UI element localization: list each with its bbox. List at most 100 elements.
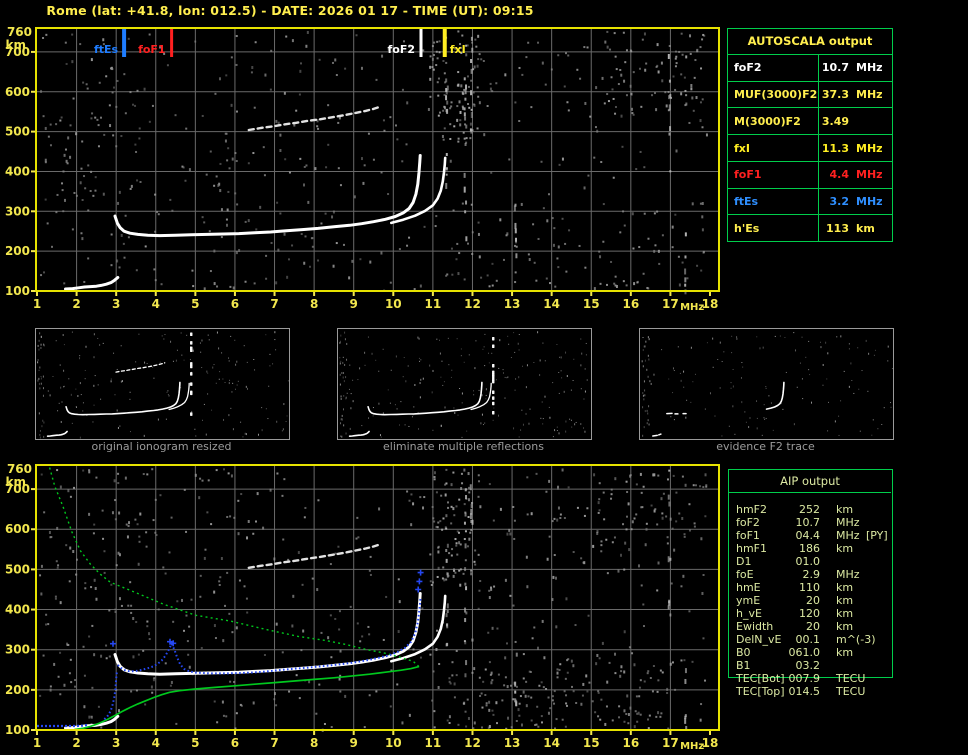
- thumbnail-eliminate-reflections: [337, 328, 592, 440]
- thumbnail-evidence-f2: [639, 328, 894, 440]
- aip-row-foF2: foF2 10.7 MHz: [728, 516, 958, 529]
- y-tick-label: 100: [5, 284, 30, 298]
- parameter-unit: m^(-3): [836, 633, 876, 646]
- x-tick-label: 11: [425, 736, 442, 750]
- x-tick-label: 11: [425, 297, 442, 311]
- parameter-value: 007.9: [788, 672, 821, 685]
- marker-label-fxI: fxI: [450, 43, 466, 56]
- parameter-label: hmF1: [736, 542, 768, 555]
- parameter-label: hmE: [736, 581, 761, 594]
- x-tick-label: 16: [622, 736, 639, 750]
- noise-layer: [339, 331, 588, 438]
- thumbnail-caption-evidence: evidence F2 trace: [716, 440, 815, 453]
- ionogram-traces: [64, 543, 447, 730]
- scaled-plus-mark: [415, 586, 422, 593]
- parameter-value: 113 km: [826, 221, 875, 235]
- autoscala-table-title: AUTOSCALA output: [728, 29, 892, 55]
- mini-fragment: [657, 433, 662, 436]
- parameter-label: B0: [736, 646, 751, 659]
- x-tick-label: 3: [112, 297, 120, 311]
- aip-row-DelN_vE: DelN_vE 00.1 m^(-3): [728, 633, 958, 646]
- x-tick-label: 13: [504, 297, 521, 311]
- x-tick-label: 6: [231, 297, 239, 311]
- y-tick-label: 600: [5, 85, 30, 99]
- x-tick-label: 8: [310, 736, 318, 750]
- profile-bottomside: [74, 665, 420, 731]
- y-axis-unit: km: [6, 475, 26, 489]
- aip-row-B1: B1 03.2: [728, 659, 958, 672]
- parameter-unit: MHz: [836, 516, 860, 529]
- marker-label-ftEs: ftEs: [94, 43, 119, 56]
- aip-row-Ewidth: Ewidth 20 km: [728, 620, 958, 633]
- x-tick-label: 14: [543, 736, 560, 750]
- parameter-unit: km: [836, 542, 854, 555]
- scaled-plus-mark: [416, 578, 423, 585]
- es-trace: [64, 276, 120, 291]
- parameter-value: 2.9: [802, 568, 821, 581]
- aip-table-title: AIP output: [729, 470, 891, 493]
- parameter-label: hmF2: [736, 503, 768, 516]
- parameter-value: 37.3 MHz: [821, 88, 883, 102]
- parameter-unit: km: [836, 646, 854, 659]
- parameter-label: foE: [736, 568, 754, 581]
- frequency-markers: ftEs foF1 foF2 fxI: [94, 29, 466, 57]
- parameter-label: foF2: [728, 55, 819, 81]
- parameter-unit: km: [836, 581, 854, 594]
- parameter-unit: MHz: [836, 568, 860, 581]
- parameter-value: 04.4: [795, 529, 821, 542]
- aip-table-rows: hmF2 252 km foF2 10.7 MHz foF1 04.4 MHz [PY] hmF1 1…: [728, 503, 958, 698]
- parameter-label: Ewidth: [736, 620, 774, 633]
- parameter-label: foF1: [728, 161, 819, 188]
- parameter-label: foF2: [736, 516, 760, 529]
- x-tick-label: 7: [270, 736, 278, 750]
- top-ionogram-plot: 1 2 3 4 5 6 7 8 9 10 11 12 13 14 15 16 17 18MHz1002003004…: [5, 25, 720, 313]
- scaled-cusp: [103, 670, 118, 720]
- x-tick-label: 15: [583, 736, 600, 750]
- y-tick-label: 500: [5, 125, 30, 139]
- parameter-value: 3.2 MHz: [829, 194, 883, 208]
- autoscala-output-table: AUTOSCALA output foF2 10.7 MHz MUF(3000)F2 3…: [727, 28, 893, 242]
- x-tick-label: 5: [191, 297, 199, 311]
- x-tick-label: 10: [385, 736, 402, 750]
- parameter-unit: TECU: [836, 672, 866, 685]
- x-axis-unit: MHz: [680, 741, 704, 752]
- aip-row-h_vE: h_vE 120 km: [728, 607, 958, 620]
- y-tick-label: 200: [5, 244, 30, 258]
- y-tick-label: 300: [5, 204, 30, 218]
- x-tick-label: 14: [543, 297, 560, 311]
- parameter-value: 03.2: [795, 659, 821, 672]
- parameter-label: TEC[Top]: [736, 685, 785, 698]
- x-tick-label: 9: [350, 297, 358, 311]
- mini-f-trace-o: [65, 381, 181, 416]
- parameter-extra: [PY]: [866, 529, 888, 542]
- mini-fragment: [652, 434, 658, 437]
- x-tick-label: 4: [152, 297, 160, 311]
- parameter-value: 061.0: [788, 646, 821, 659]
- autoscala-scaled-trace: [37, 569, 424, 728]
- x-tick-label: 8: [310, 297, 318, 311]
- autoscala-row-h'Es: h'Es 113 km: [728, 215, 892, 242]
- marker-label-foF1: foF1: [138, 43, 166, 56]
- parameter-label: M(3000)F2: [728, 108, 819, 135]
- scaled-plus-mark: [417, 569, 424, 576]
- y-tick-label: 100: [5, 723, 30, 737]
- parameter-label: D1: [736, 555, 752, 568]
- y-tick-label: 400: [5, 603, 30, 617]
- aip-row-foF1: foF1 04.4 MHz [PY]: [728, 529, 958, 542]
- x-tick-label: 9: [350, 736, 358, 750]
- f-trace-ordinary: [113, 592, 422, 676]
- aip-row-D1: D1 01.0: [728, 555, 958, 568]
- y-axis-unit: km: [6, 38, 26, 52]
- parameter-value: 10.7 MHz: [821, 61, 883, 75]
- x-tick-label: 5: [191, 736, 199, 750]
- parameter-unit: [836, 659, 862, 672]
- thumbnail-original-ionogram: [35, 328, 290, 440]
- x-tick-label: 4: [152, 736, 160, 750]
- x-tick-label: 3: [112, 736, 120, 750]
- grid: [36, 28, 719, 291]
- parameter-value: 00.1: [795, 633, 821, 646]
- parameter-label: ymE: [736, 594, 761, 607]
- x-tick-label: 2: [72, 736, 80, 750]
- thumbnail-evidence-f2-image: [641, 332, 893, 437]
- aip-row-hmE: hmE 110 km: [728, 581, 958, 594]
